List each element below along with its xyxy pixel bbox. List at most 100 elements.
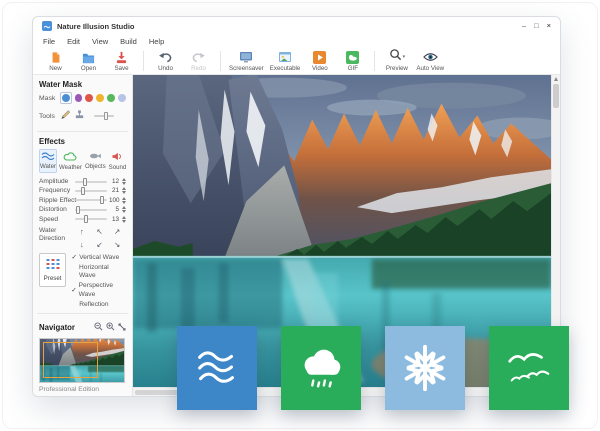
speed-spinner[interactable] — [122, 216, 126, 223]
direction-arrows: ↑ ↖ ↗ ↓ ↙ ↘ — [73, 227, 126, 249]
gif-button[interactable]: GIF — [336, 48, 369, 74]
executable-button[interactable]: Executable — [267, 48, 304, 74]
birds-icon — [502, 341, 556, 395]
menu-file[interactable]: File — [43, 37, 55, 46]
close-button[interactable]: × — [547, 22, 551, 30]
redo-icon — [191, 51, 206, 64]
mask-color-lavender[interactable] — [118, 94, 126, 102]
tab-objects[interactable]: Objects — [84, 149, 107, 173]
speaker-icon — [111, 152, 123, 163]
direction-up-left-arrow[interactable]: ↖ — [96, 227, 102, 236]
minimize-button[interactable]: – — [522, 22, 526, 30]
open-button[interactable]: Open — [72, 48, 105, 74]
app-logo-icon — [42, 21, 52, 31]
navigator-thumbnail[interactable] — [39, 338, 125, 383]
zoom-out-icon[interactable] — [94, 318, 103, 336]
water-waves-icon — [41, 152, 55, 162]
save-button[interactable]: Save — [105, 48, 138, 74]
direction-down-left-arrow[interactable]: ↙ — [96, 240, 102, 249]
reflection-checkbox[interactable]: Reflection — [71, 301, 126, 310]
amplitude-slider[interactable] — [75, 181, 107, 183]
cloud-icon — [63, 152, 77, 163]
slider-row-distortion: Distortion 5 — [39, 205, 126, 214]
tab-water[interactable]: Water — [39, 149, 57, 173]
redo-button[interactable]: Redo — [182, 48, 215, 74]
fish-icon — [88, 152, 102, 162]
direction-down-arrow[interactable]: ↓ — [80, 240, 84, 249]
mask-color-green[interactable] — [107, 94, 115, 102]
zoom-in-icon[interactable] — [106, 318, 115, 336]
ripple-effect-slider[interactable] — [75, 199, 107, 201]
direction-up-arrow[interactable]: ↑ — [80, 227, 84, 236]
frequency-spinner[interactable] — [122, 187, 126, 194]
effect-tiles — [177, 326, 569, 410]
navigator-panel: Navigator Professional Edition — [39, 310, 126, 393]
menu-view[interactable]: View — [92, 37, 108, 46]
sidebar: Water Mask Mask Tools Effects — [33, 75, 133, 396]
vertical-wave-checkbox[interactable]: ✓Vertical Wave — [71, 254, 126, 263]
preview-button[interactable]: ▾ Preview — [380, 48, 413, 74]
direction-down-right-arrow[interactable]: ↘ — [114, 240, 120, 249]
ripple-effect-spinner[interactable] — [122, 197, 126, 204]
waves-icon — [190, 341, 244, 395]
tab-sound[interactable]: Sound — [108, 149, 128, 173]
save-icon — [115, 51, 128, 64]
vertical-scroll-thumb[interactable] — [553, 84, 559, 108]
effects-title: Effects — [39, 137, 126, 146]
mask-label: Mask — [39, 95, 57, 102]
speed-slider[interactable] — [75, 218, 107, 220]
horizontal-wave-checkbox[interactable]: Horizontal Wave — [71, 264, 126, 282]
mask-color-yellow[interactable] — [96, 94, 104, 102]
undo-button[interactable]: Undo — [149, 48, 182, 74]
scroll-up-icon — [554, 77, 558, 81]
video-button[interactable]: Video — [303, 48, 336, 74]
menu-help[interactable]: Help — [149, 37, 164, 46]
water-waves-tile[interactable] — [177, 326, 257, 410]
perspective-wave-checkbox[interactable]: ✓Perspective Wave — [71, 282, 126, 300]
tools-label: Tools — [39, 113, 57, 120]
mask-color-selected[interactable] — [60, 92, 72, 104]
snow-tile[interactable] — [385, 326, 465, 410]
fill-tool-icon[interactable] — [74, 107, 85, 125]
tab-weather[interactable]: Weather — [58, 149, 83, 173]
toolbar-separator — [374, 51, 375, 71]
slider-row-frequency: Frequency 21 — [39, 186, 126, 195]
mask-color-purple[interactable] — [75, 94, 83, 102]
water-direction-label: Water Direction — [39, 227, 73, 249]
effects-tabs: Water Weather Objects Sound — [39, 149, 126, 173]
tools-row: Tools — [39, 107, 126, 125]
maximize-button[interactable]: □ — [534, 22, 539, 30]
direction-up-right-arrow[interactable]: ↗ — [114, 227, 120, 236]
auto-view-button[interactable]: Auto View — [413, 48, 447, 74]
rain-tile[interactable] — [281, 326, 361, 410]
new-document-icon — [50, 51, 62, 64]
distortion-spinner[interactable] — [122, 206, 126, 213]
distortion-slider[interactable] — [75, 209, 107, 211]
new-button[interactable]: New — [39, 48, 72, 74]
pencil-tool-icon[interactable] — [60, 107, 71, 125]
amplitude-spinner[interactable] — [122, 178, 126, 185]
eye-icon — [423, 51, 438, 64]
water-direction-row: Water Direction ↑ ↖ ↗ ↓ ↙ ↘ — [39, 227, 126, 249]
frequency-slider[interactable] — [75, 190, 107, 192]
brush-size-slider[interactable] — [94, 115, 114, 117]
slider-row-ripple: Ripple Effect 100 — [39, 196, 126, 205]
slider-row-speed: Speed 13 — [39, 214, 126, 223]
divider — [37, 131, 128, 132]
navigator-viewport-rect[interactable] — [43, 342, 98, 378]
menu-edit[interactable]: Edit — [67, 37, 80, 46]
edition-label: Professional Edition — [39, 386, 126, 393]
screensaver-button[interactable]: Screensaver — [226, 48, 267, 74]
mask-color-red[interactable] — [85, 94, 93, 102]
rain-cloud-icon — [294, 341, 348, 395]
undo-icon — [158, 51, 173, 64]
preset-button[interactable]: Preset — [39, 253, 66, 287]
app-window-icon — [278, 51, 292, 64]
check-icon: ✓ — [71, 254, 77, 263]
fit-view-icon[interactable] — [118, 318, 126, 336]
menu-build[interactable]: Build — [120, 37, 137, 46]
video-play-icon — [313, 51, 326, 64]
divider — [37, 313, 128, 314]
preset-row: Preset ✓Vertical Wave Horizontal Wave ✓P… — [39, 253, 126, 310]
birds-tile[interactable] — [489, 326, 569, 410]
